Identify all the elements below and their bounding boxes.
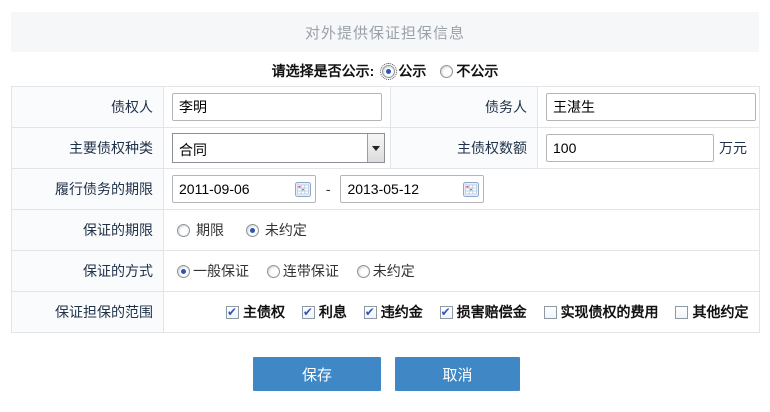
debt-type-cell: 合同 xyxy=(164,128,391,169)
debtor-input[interactable] xyxy=(546,93,756,121)
chevron-down-icon xyxy=(372,146,380,151)
creditor-cell xyxy=(164,87,391,128)
calendar-icon[interactable] xyxy=(463,182,479,200)
debt-type-selected-value: 合同 xyxy=(173,134,367,162)
checkbox-icon xyxy=(226,306,239,319)
publicity-label: 请选择是否公示: xyxy=(272,61,375,81)
radio-option-method-unagreed[interactable]: 未约定 xyxy=(357,261,415,281)
start-date-wrap xyxy=(172,175,316,203)
table-row: 保证的期限 期限 未约定 xyxy=(12,210,760,251)
checkbox-option-label: 损害赔偿金 xyxy=(457,302,527,322)
page-title: 对外提供保证担保信息 xyxy=(305,22,465,43)
checkbox-option-label: 其他约定 xyxy=(692,302,748,322)
table-row: 履行债务的期限 - xyxy=(12,169,760,210)
debt-amount-unit: 万元 xyxy=(719,140,747,156)
checkbox-icon xyxy=(440,306,453,319)
table-row: 保证担保的范围 主债权 利息 违约金 损害赔偿金 实现债权的费用 xyxy=(12,292,760,333)
checkbox-icon xyxy=(302,306,315,319)
radio-option-label: 一般保证 xyxy=(193,261,249,281)
checkbox-option-penalty[interactable]: 违约金 xyxy=(364,302,423,322)
end-date-wrap xyxy=(340,175,484,203)
radio-option-public[interactable]: 公示 xyxy=(382,61,426,81)
guarantee-period-label: 保证的期限 xyxy=(12,210,164,251)
dropdown-arrow-button[interactable] xyxy=(367,134,384,162)
performance-period-cell: - xyxy=(164,169,760,210)
guarantee-scope-cell: 主债权 利息 违约金 损害赔偿金 实现债权的费用 其他约定 xyxy=(164,292,760,333)
creditor-label: 债权人 xyxy=(12,87,164,128)
checkbox-icon xyxy=(364,306,377,319)
checkbox-icon xyxy=(544,306,557,319)
radio-option-label: 未约定 xyxy=(373,261,415,281)
radio-icon xyxy=(177,224,190,237)
save-button[interactable]: 保存 xyxy=(253,357,381,391)
table-row: 保证的方式 一般保证 连带保证 未约定 xyxy=(12,251,760,292)
checkbox-option-label: 利息 xyxy=(319,302,347,322)
radio-option-term[interactable]: 期限 xyxy=(177,220,224,240)
radio-option-general-guarantee[interactable]: 一般保证 xyxy=(177,261,249,281)
debt-amount-label: 主债权数额 xyxy=(391,128,538,169)
debt-type-select[interactable]: 合同 xyxy=(172,133,385,163)
checkbox-icon xyxy=(675,306,688,319)
debtor-label: 债务人 xyxy=(391,87,538,128)
title-bar: 对外提供保证担保信息 xyxy=(11,12,759,52)
checkbox-option-label: 主债权 xyxy=(243,302,285,322)
performance-period-label: 履行债务的期限 xyxy=(12,169,164,210)
radio-option-label: 连带保证 xyxy=(283,261,339,281)
radio-icon xyxy=(177,265,190,278)
guarantee-scope-label: 保证担保的范围 xyxy=(12,292,164,333)
cancel-button[interactable]: 取消 xyxy=(395,357,520,391)
debt-amount-cell: 万元 xyxy=(538,128,760,169)
debt-amount-input[interactable] xyxy=(546,134,714,162)
guarantee-method-cell: 一般保证 连带保证 未约定 xyxy=(164,251,760,292)
radio-option-joint-guarantee[interactable]: 连带保证 xyxy=(267,261,339,281)
checkbox-option-interest[interactable]: 利息 xyxy=(302,302,347,322)
radio-option-period-unagreed[interactable]: 未约定 xyxy=(246,220,307,240)
radio-icon xyxy=(246,224,259,237)
table-row: 债权人 债务人 xyxy=(12,87,760,128)
checkbox-option-principal-claim[interactable]: 主债权 xyxy=(226,302,285,322)
debt-type-label: 主要债权种类 xyxy=(12,128,164,169)
radio-icon xyxy=(440,65,453,78)
radio-option-label: 期限 xyxy=(196,220,224,240)
radio-icon xyxy=(267,265,280,278)
date-separator: - xyxy=(326,181,331,197)
guarantee-period-cell: 期限 未约定 xyxy=(164,210,760,251)
guarantee-method-label: 保证的方式 xyxy=(12,251,164,292)
checkbox-option-other-agreement[interactable]: 其他约定 xyxy=(675,302,748,322)
checkbox-option-damages[interactable]: 损害赔偿金 xyxy=(440,302,527,322)
guarantee-form-table: 债权人 债务人 主要债权种类 合同 主债权数额 万元 履行债务的期限 xyxy=(11,86,760,333)
table-row: 主要债权种类 合同 主债权数额 万元 xyxy=(12,128,760,169)
radio-option-not-public[interactable]: 不公示 xyxy=(440,61,498,81)
checkbox-option-realization-cost[interactable]: 实现债权的费用 xyxy=(544,302,659,322)
creditor-input[interactable] xyxy=(172,93,382,121)
checkbox-option-label: 实现债权的费用 xyxy=(561,302,659,322)
radio-icon xyxy=(382,65,395,78)
calendar-icon[interactable] xyxy=(295,182,311,200)
debtor-cell xyxy=(538,87,760,128)
radio-option-label: 未约定 xyxy=(265,220,307,240)
radio-option-label: 不公示 xyxy=(456,61,498,81)
radio-icon xyxy=(357,265,370,278)
checkbox-option-label: 违约金 xyxy=(381,302,423,322)
radio-option-label: 公示 xyxy=(398,61,426,81)
publicity-row: 请选择是否公示: 公示 不公示 xyxy=(0,57,770,85)
